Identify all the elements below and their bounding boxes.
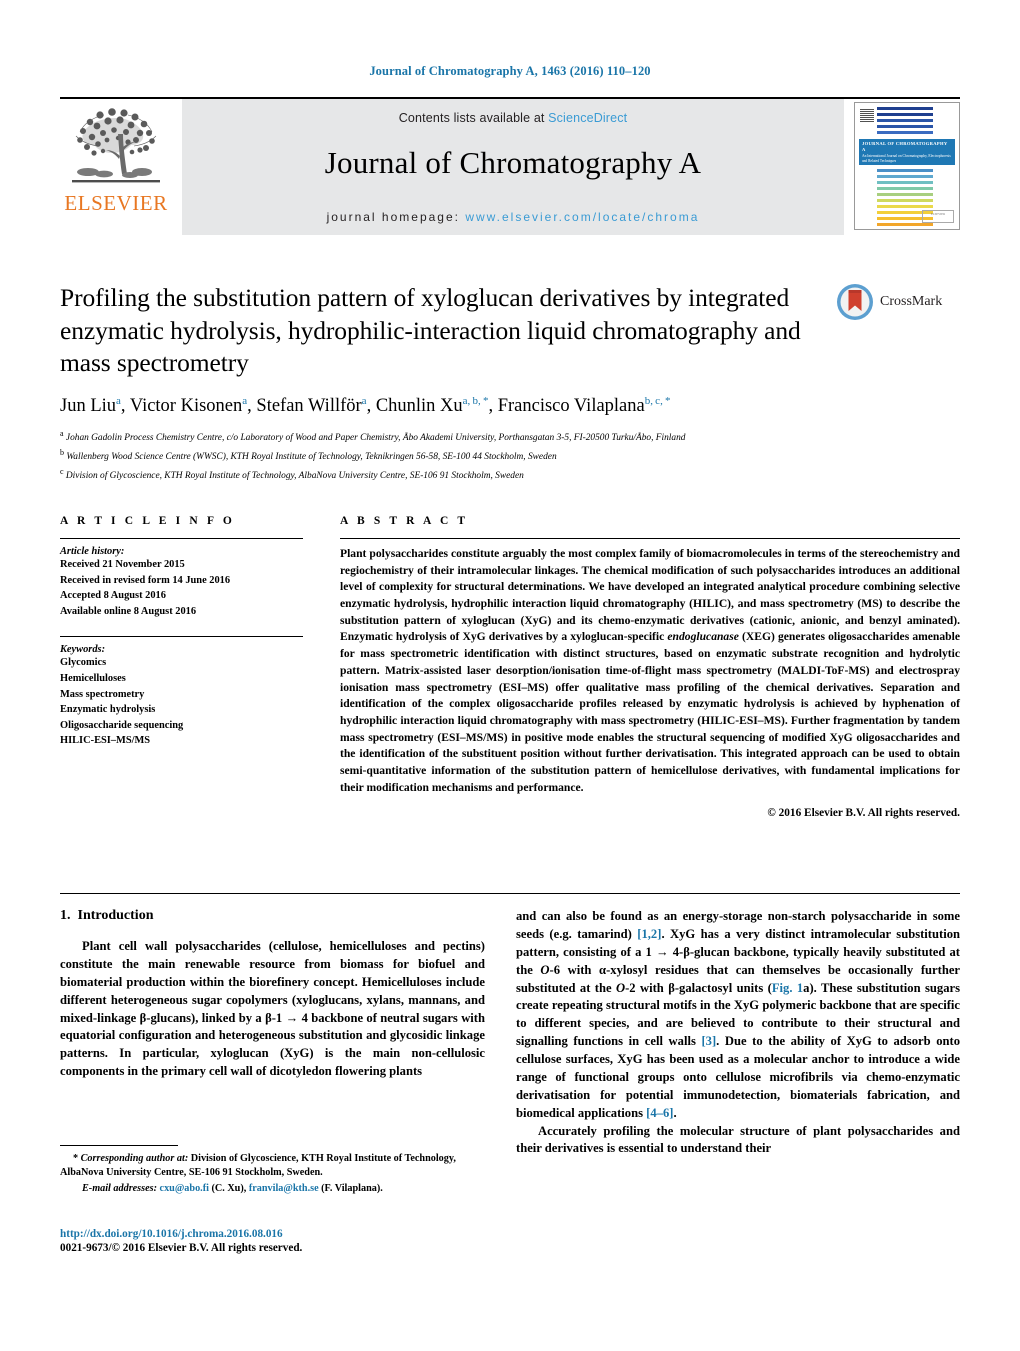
affiliation-b: b Wallenberg Wood Science Centre (WWSC),…: [60, 447, 557, 462]
article-info-rule-top: [60, 538, 303, 539]
footer-doi-block: http://dx.doi.org/10.1016/j.chroma.2016.…: [60, 1228, 500, 1254]
cover-top-stripes: [877, 107, 933, 137]
journal-homepage-link[interactable]: www.elsevier.com/locate/chroma: [465, 210, 699, 224]
masthead-center-band: Contents lists available at ScienceDirec…: [182, 99, 844, 235]
page-title: Profiling the substitution pattern of xy…: [60, 283, 801, 378]
body-column-left: 1. Introduction Plant cell wall polysacch…: [60, 908, 485, 1081]
homepage-prefix: journal homepage:: [326, 210, 466, 224]
intro-paragraph-right-1: and can also be found as an energy-stora…: [516, 909, 961, 1120]
affiliation-c: c Division of Glycoscience, KTH Royal In…: [60, 466, 524, 481]
elsevier-logo: ELSEVIER: [60, 99, 172, 235]
section-number: 1.: [60, 908, 71, 923]
crossmark-label: CrossMark: [880, 294, 943, 309]
email-link[interactable]: cxu@abo.fi: [160, 1183, 209, 1194]
article-info-rule-mid: [60, 636, 303, 638]
article-history-item: Received in revised form 14 June 2016: [60, 574, 231, 586]
keyword-item: Enzymatic hydrolysis: [60, 704, 156, 716]
abstract-copyright: © 2016 Elsevier B.V. All rights reserved…: [767, 807, 960, 820]
abstract-text: Plant polysaccharides constitute arguabl…: [340, 547, 960, 794]
issn-copyright-line: 0021-9673/© 2016 Elsevier B.V. All right…: [60, 1242, 303, 1254]
elsevier-tree-icon: [72, 108, 160, 183]
keywords-list: Glycomics Hemicelluloses Mass spectrometry…: [60, 655, 303, 749]
keyword-item: HILIC-ESI–MS/MS: [60, 735, 151, 747]
keyword-item: Hemicelluloses: [60, 673, 126, 685]
sciencedirect-link[interactable]: ScienceDirect: [548, 111, 627, 125]
journal-masthead: ELSEVIER Contents lists available at Sci…: [60, 97, 960, 235]
journal-title: Journal of Chromatography A: [324, 145, 702, 180]
corresponding-author-note: * Corresponding author at: Division of G…: [60, 1153, 456, 1179]
doi-link[interactable]: http://dx.doi.org/10.1016/j.chroma.2016.…: [60, 1228, 500, 1240]
abstract-section: A B S T R A C T Plant polysaccharides co…: [340, 515, 960, 819]
author-list: Jun Liua, Victor Kisonena, Stefan Willfö…: [60, 394, 671, 417]
elsevier-wordmark: ELSEVIER: [64, 191, 168, 215]
crossmark-icon: [837, 284, 873, 320]
running-head: Journal of Chromatography A, 1463 (2016)…: [369, 64, 651, 78]
cover-title-band: JOURNAL OF CHROMATOGRAPHY A An Internati…: [859, 139, 955, 165]
cover-band-subtitle: An International Journal on Chromatograp…: [862, 153, 951, 163]
affiliation-list: a Johan Gadolin Process Chemistry Centre…: [60, 428, 820, 483]
section-title: Introduction: [77, 908, 154, 923]
title-block: Profiling the substitution pattern of xy…: [60, 282, 820, 484]
abstract-rule: [340, 538, 960, 539]
article-history-item: Accepted 8 August 2016: [60, 590, 166, 602]
keyword-item: Mass spectrometry: [60, 688, 145, 700]
section-heading-introduction: 1. Introduction: [60, 908, 485, 924]
paper-page: Journal of Chromatography A, 1463 (2016)…: [0, 0, 1020, 1351]
cover-band-title: JOURNAL OF CHROMATOGRAPHY A: [862, 141, 948, 153]
footnote-rule: [60, 1145, 178, 1146]
contents-prefix: Contents lists available at: [398, 111, 549, 125]
keyword-item: Glycomics: [60, 657, 107, 669]
journal-homepage-line: journal homepage: www.elsevier.com/locat…: [327, 210, 700, 224]
abstract-heading: A B S T R A C T: [340, 515, 469, 527]
article-history-label: Article history:: [60, 546, 125, 557]
intro-paragraph-right-2: Accurately profiling the molecular struc…: [516, 1123, 960, 1156]
crossmark-badge[interactable]: CrossMark: [836, 283, 956, 321]
article-info-section: A R T I C L E I N F O Article history: R…: [60, 515, 303, 749]
article-history-item: Received 21 November 2015: [60, 559, 185, 570]
keywords-label: Keywords:: [60, 644, 106, 656]
footnote-area: * Corresponding author at: Division of G…: [60, 1145, 485, 1196]
journal-cover-thumbnail: JOURNAL OF CHROMATOGRAPHY A An Internati…: [854, 102, 960, 230]
email-link[interactable]: franvila@kth.se: [249, 1183, 319, 1194]
article-history-item: Available online 8 August 2016: [60, 605, 197, 617]
article-history-list: Received 21 November 2015 Received in rev…: [60, 557, 303, 619]
contents-lists-line: Contents lists available at ScienceDirec…: [399, 111, 627, 125]
body-divider: [60, 893, 960, 894]
article-info-heading: A R T I C L E I N F O: [60, 515, 235, 527]
body-column-right: and can also be found as an energy-stora…: [516, 908, 960, 1158]
affiliation-a: a Johan Gadolin Process Chemistry Centre…: [60, 429, 686, 444]
keyword-item: Oligosaccharide sequencing: [60, 719, 184, 731]
cover-qr-icon: [860, 108, 874, 122]
email-addresses-note: E-mail addresses: cxu@abo.fi (C. Xu), fr…: [82, 1182, 383, 1194]
intro-paragraph-left: Plant cell wall polysaccharides (cellulo…: [60, 939, 485, 1079]
cover-elsevier-logo: ELSEVIER: [922, 210, 954, 223]
keywords-block: Keywords: Glycomics Hemicelluloses Mass sp…: [60, 644, 303, 749]
